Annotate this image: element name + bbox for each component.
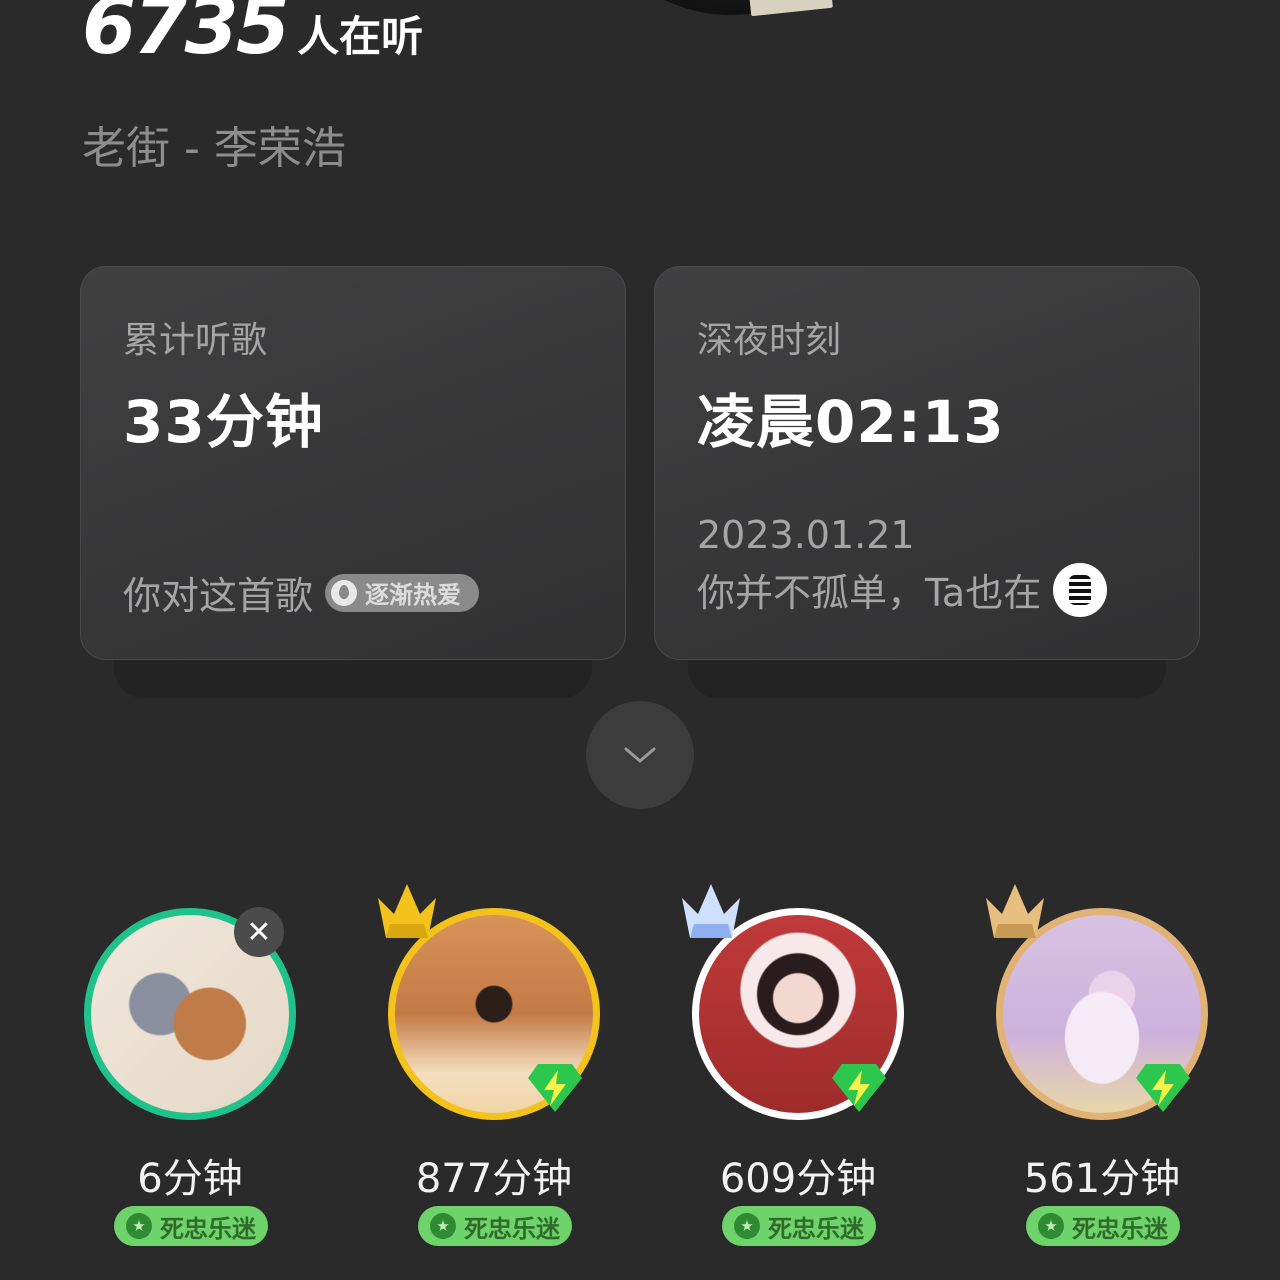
chevron-down-icon bbox=[624, 747, 656, 763]
star-icon bbox=[430, 1213, 456, 1239]
listen-minutes: 609分钟 bbox=[719, 1156, 877, 1202]
listener-user[interactable]: 609分钟 死忠乐迷 bbox=[678, 880, 918, 1260]
crown-icon bbox=[682, 884, 740, 938]
card-value: 33分钟 bbox=[123, 388, 324, 456]
avatar[interactable] bbox=[1053, 562, 1108, 617]
flame-icon bbox=[331, 579, 358, 606]
card-date: 2023.01.21 bbox=[697, 513, 915, 557]
listen-time-card-wrap: 累计听歌 33分钟 你对这首歌 逐渐热爱 bbox=[80, 266, 626, 698]
card-label: 深夜时刻 bbox=[697, 320, 842, 361]
late-night-card[interactable]: 深夜时刻 凌晨02:13 2023.01.21 你并不孤单，Ta也在 bbox=[654, 266, 1200, 660]
card-footer: 你并不孤单，Ta也在 bbox=[697, 562, 1108, 617]
card-label: 累计听歌 bbox=[123, 320, 268, 361]
album-disc-label bbox=[749, 0, 833, 17]
fan-badge: 死忠乐迷 bbox=[418, 1206, 572, 1246]
expand-button[interactable] bbox=[586, 701, 694, 809]
listener-user[interactable]: 877分钟 死忠乐迷 bbox=[374, 880, 614, 1260]
listener-unit: 人在听 bbox=[297, 12, 424, 61]
fan-badge: 死忠乐迷 bbox=[114, 1206, 268, 1246]
fan-badge: 死忠乐迷 bbox=[1026, 1206, 1180, 1246]
card-footer-text: 你对这首歌 bbox=[123, 574, 314, 618]
star-icon bbox=[126, 1213, 152, 1239]
listener-user[interactable]: 561分钟 死忠乐迷 bbox=[982, 880, 1222, 1260]
listen-minutes: 561分钟 bbox=[1023, 1156, 1181, 1202]
crown-icon bbox=[986, 884, 1044, 938]
love-level-tag: 逐渐热爱 bbox=[325, 573, 480, 612]
album-disc bbox=[580, 0, 880, 15]
fan-badge-label: 死忠乐迷 bbox=[464, 1214, 560, 1243]
fan-badge-label: 死忠乐迷 bbox=[768, 1214, 864, 1243]
fan-badge: 死忠乐迷 bbox=[722, 1206, 876, 1246]
fan-badge-label: 死忠乐迷 bbox=[160, 1214, 256, 1243]
lightning-icon bbox=[528, 1064, 582, 1112]
card-footer-text: 你并不孤单，Ta也在 bbox=[697, 571, 1042, 615]
lightning-icon bbox=[1136, 1064, 1190, 1112]
fan-badge-label: 死忠乐迷 bbox=[1072, 1214, 1168, 1243]
love-level-label: 逐渐热爱 bbox=[365, 581, 462, 609]
listen-minutes: 877分钟 bbox=[415, 1156, 573, 1202]
listener-number: 6735 bbox=[82, 0, 290, 72]
listen-time-card[interactable]: 累计听歌 33分钟 你对这首歌 逐渐热爱 bbox=[80, 266, 626, 660]
listener-user[interactable]: ✕ 6分钟 死忠乐迷 bbox=[70, 880, 310, 1260]
card-footer: 你对这首歌 逐渐热爱 bbox=[123, 565, 480, 620]
card-value: 凌晨02:13 bbox=[697, 388, 1005, 456]
close-icon[interactable]: ✕ bbox=[234, 907, 284, 957]
star-icon bbox=[1038, 1213, 1064, 1239]
song-title: 老街 - 李荣浩 bbox=[82, 123, 346, 174]
crown-icon bbox=[378, 884, 436, 938]
star-icon bbox=[734, 1213, 760, 1239]
listener-count: 6735 人在听 bbox=[82, 0, 423, 66]
listen-minutes: 6分钟 bbox=[137, 1156, 243, 1202]
late-night-card-wrap: 深夜时刻 凌晨02:13 2023.01.21 你并不孤单，Ta也在 bbox=[654, 266, 1200, 698]
lightning-icon bbox=[832, 1064, 886, 1112]
